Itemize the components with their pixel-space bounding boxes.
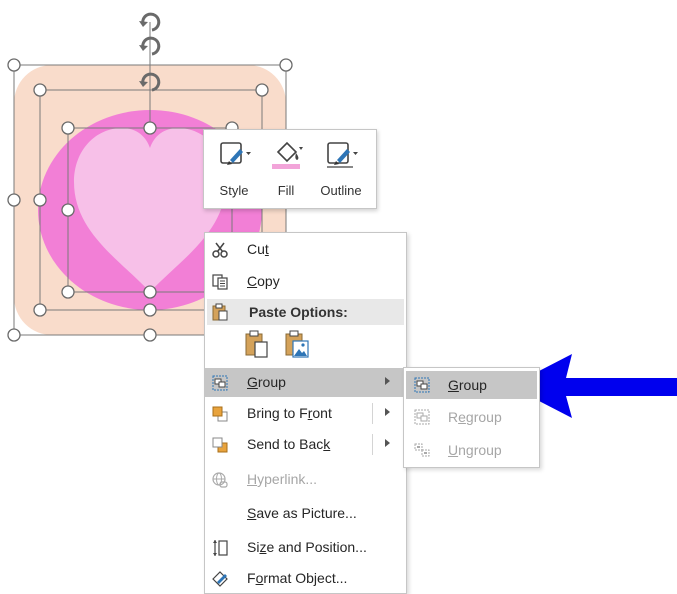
copy-icon — [212, 274, 228, 290]
style-label: Style — [219, 183, 249, 198]
paste-options-header: Paste Options: — [207, 299, 404, 325]
group-icon — [212, 375, 228, 391]
hyperlink-icon — [212, 472, 228, 488]
copy-label: Copy — [247, 273, 280, 289]
format-object-label: Format Object... — [247, 570, 348, 586]
paste-picture-icon[interactable] — [283, 329, 311, 359]
style-button[interactable]: Style — [210, 134, 258, 206]
fill-bucket-icon — [272, 141, 303, 169]
outline-label: Outline — [320, 183, 362, 198]
menu-item-copy[interactable]: Copy — [205, 267, 406, 296]
paste-icon — [212, 303, 228, 321]
submenu-item-regroup[interactable]: Regroup — [406, 403, 537, 431]
menu-item-send-to-back[interactable]: Send to Back — [205, 430, 406, 459]
bring-to-front-icon — [212, 406, 228, 422]
send-to-back-label: Send to Back — [247, 436, 331, 452]
submenu-arrow-icon — [385, 439, 390, 447]
fill-label: Fill — [277, 183, 295, 198]
menu-item-hyperlink[interactable]: Hyperlink... — [205, 465, 406, 494]
menu-item-bring-to-front[interactable]: Bring to Front — [205, 399, 406, 428]
paste-options-label: Paste Options: — [249, 304, 348, 320]
submenu-arrow-icon — [385, 377, 390, 385]
shape-style-icon — [220, 142, 251, 165]
cut-label: Cut — [247, 241, 269, 257]
submenu-regroup-label: Regroup — [448, 409, 502, 425]
group-icon — [414, 377, 430, 393]
menu-item-format-object[interactable]: Format Object... — [205, 564, 406, 593]
menu-item-size-and-position[interactable]: Size and Position... — [205, 533, 406, 562]
ungroup-icon — [414, 443, 430, 457]
size-position-icon — [213, 540, 228, 556]
outline-button[interactable]: Outline — [312, 134, 370, 206]
format-object-icon — [212, 571, 228, 587]
fill-button[interactable]: Fill — [264, 134, 308, 206]
mini-format-toolbar: Style Fill Outline — [203, 129, 377, 209]
submenu-ungroup-label: Ungroup — [448, 442, 502, 458]
hyperlink-label: Hyperlink... — [247, 471, 318, 487]
rotate-handle-icon — [139, 12, 161, 32]
paste-keep-formatting-icon[interactable] — [243, 329, 271, 359]
size-and-position-label: Size and Position... — [247, 539, 367, 555]
send-to-back-icon — [212, 437, 228, 453]
submenu-item-group[interactable]: Group — [406, 371, 537, 399]
submenu-arrow-icon — [385, 408, 390, 416]
regroup-icon — [414, 409, 430, 425]
submenu-group-label: Group — [448, 377, 487, 393]
scissors-icon — [212, 242, 228, 258]
bring-to-front-label: Bring to Front — [247, 405, 332, 421]
rotate-handle-icon — [139, 36, 161, 56]
submenu-item-ungroup[interactable]: Ungroup — [406, 436, 537, 464]
context-menu: Cut Copy Paste Options: Group Bring to F… — [204, 232, 407, 594]
menu-item-cut[interactable]: Cut — [205, 235, 406, 264]
paste-options-row — [243, 329, 323, 361]
shape-outline-icon — [327, 142, 358, 168]
save-as-picture-label: Save as Picture... — [247, 505, 357, 521]
group-submenu: Group Regroup Ungroup — [403, 367, 540, 468]
group-label: Group — [247, 374, 286, 390]
menu-item-save-as-picture[interactable]: Save as Picture... — [205, 499, 406, 528]
menu-item-group[interactable]: Group — [205, 368, 406, 397]
